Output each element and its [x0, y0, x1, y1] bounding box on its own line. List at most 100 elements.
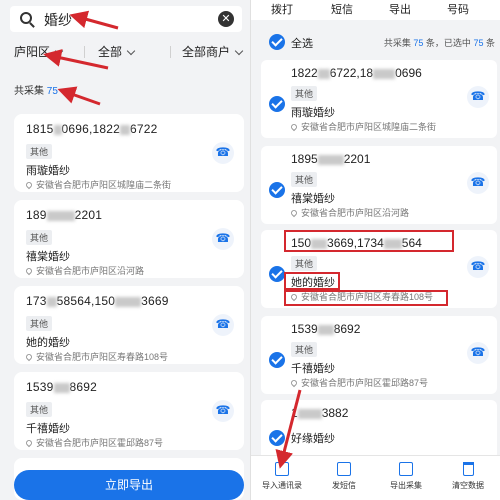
phone-call-icon[interactable]	[467, 86, 489, 108]
top-action-bar: 拨打 短信 导出 号码	[251, 0, 500, 20]
filter-district[interactable]: 庐阳区	[14, 38, 64, 66]
merchant-address: 安徽省合肥市庐阳区沿河路	[24, 264, 144, 277]
select-all-checkbox[interactable]	[269, 34, 285, 50]
category-tag: 其他	[291, 86, 318, 101]
category-tag: 其他	[26, 230, 53, 245]
clear-data-label: 清空数据	[452, 481, 484, 490]
clear-data-button[interactable]: 清空数据	[437, 456, 499, 500]
phone-number: 1 3882	[291, 406, 349, 420]
select-all-label[interactable]: 全选	[291, 35, 313, 51]
phone-number: 1539 8692	[26, 380, 97, 394]
annotation-box-name	[284, 272, 340, 290]
filter-merchant-label: 全部商户	[182, 45, 231, 59]
location-pin-icon	[24, 266, 34, 276]
send-sms-button[interactable]: 发短信	[313, 456, 375, 500]
merchant-name: 雨璇婚纱	[291, 107, 335, 119]
location-pin-icon	[289, 208, 299, 218]
collect-count-label: 共采集	[14, 86, 44, 97]
merchant-name: 禧棠婚纱	[291, 193, 335, 205]
phone-call-icon[interactable]	[212, 142, 234, 164]
phone-call-icon[interactable]	[467, 256, 489, 278]
filter-category[interactable]: 全部	[98, 38, 136, 66]
import-contacts-label: 导入通讯录	[262, 481, 302, 490]
item-checkbox[interactable]	[269, 96, 285, 112]
merchant-name: 好缘婚纱	[291, 433, 335, 445]
tab-number[interactable]: 号码	[447, 1, 469, 17]
list-item[interactable]: 1539 8692 其他 千禧婚纱 安徽省合肥市庐阳区霍邱路87号	[261, 316, 497, 394]
import-contacts-button[interactable]: 导入通讯录	[251, 456, 313, 500]
item-checkbox[interactable]	[269, 430, 285, 446]
phone-number: 173 58564,150 3669	[26, 294, 169, 308]
merchant-address: 安徽省合肥市庐阳区沿河路	[289, 206, 409, 219]
phone-call-icon[interactable]	[212, 314, 234, 336]
merchant-name: 她的婚纱	[26, 337, 70, 349]
annotation-box-address	[284, 290, 448, 306]
contacts-icon	[275, 462, 289, 476]
left-screen: 婚纱 ✕ 庐阳区 全部 全部商户 共采集 75 1815 0696,1822 672…	[0, 0, 250, 500]
divider	[170, 46, 171, 58]
chevron-down-icon	[234, 46, 244, 56]
selection-summary: 共采集 75 条，已选中 75 条	[383, 38, 495, 48]
filter-merchant[interactable]: 全部商户	[182, 38, 244, 66]
location-pin-icon	[289, 378, 299, 388]
collect-count: 共采集 75	[14, 82, 58, 97]
phone-call-icon[interactable]	[212, 400, 234, 422]
merchant-name: 千禧婚纱	[26, 423, 70, 435]
export-collection-label: 导出采集	[390, 481, 422, 490]
search-bar[interactable]: 婚纱 ✕	[10, 6, 242, 32]
merchant-address: 安徽省合肥市庐阳区城隍庙二条街	[289, 120, 436, 133]
tab-sms[interactable]: 短信	[331, 1, 353, 17]
category-tag: 其他	[291, 172, 318, 187]
merchant-name: 千禧婚纱	[291, 363, 335, 375]
list-item[interactable]: 1895 2201 其他 禧棠婚纱 安徽省合肥市庐阳区沿河路	[261, 146, 497, 224]
filter-category-label: 全部	[98, 45, 123, 59]
phone-call-icon[interactable]	[467, 172, 489, 194]
location-pin-icon	[24, 352, 34, 362]
bottom-action-bar: 导入通讯录 发短信 导出采集 清空数据	[251, 455, 500, 500]
annotation-box-phone	[284, 230, 454, 252]
search-input[interactable]: 婚纱	[44, 10, 72, 30]
category-tag: 其他	[26, 316, 53, 331]
merchant-address: 安徽省合肥市庐阳区霍邱路87号	[289, 376, 428, 389]
search-icon	[20, 12, 32, 24]
location-pin-icon	[24, 438, 34, 448]
select-all-row: 全选 共采集 75 条，已选中 75 条	[251, 28, 500, 54]
list-item[interactable]: 189 2201 其他 禧棠婚纱 安徽省合肥市庐阳区沿河路	[14, 200, 244, 278]
chevron-down-icon	[126, 46, 136, 56]
list-item[interactable]: 1822 6722,18 0696 其他 雨璇婚纱 安徽省合肥市庐阳区城隍庙二条街	[261, 60, 497, 138]
phone-number: 1539 8692	[291, 322, 361, 336]
tab-call[interactable]: 拨打	[271, 1, 293, 17]
clear-icon[interactable]: ✕	[218, 11, 234, 27]
list-item[interactable]: 1539 8692 其他 千禧婚纱 安徽省合肥市庐阳区霍邱路87号	[14, 372, 244, 450]
phone-number: 189 2201	[26, 208, 103, 222]
item-checkbox[interactable]	[269, 352, 285, 368]
location-pin-icon	[24, 180, 34, 190]
item-checkbox[interactable]	[269, 182, 285, 198]
export-collection-button[interactable]: 导出采集	[375, 456, 437, 500]
send-sms-label: 发短信	[332, 481, 356, 490]
list-item[interactable]: 1 3882 好缘婚纱	[261, 400, 497, 460]
merchant-address: 安徽省合肥市庐阳区寿春路108号	[24, 350, 168, 363]
category-tag: 其他	[26, 402, 53, 417]
merchant-address: 安徽省合肥市庐阳区城隍庙二条街	[24, 178, 171, 191]
tab-export[interactable]: 导出	[389, 1, 411, 17]
phone-call-icon[interactable]	[212, 228, 234, 250]
list-item[interactable]: 1815 0696,1822 6722 其他 雨璇婚纱 安徽省合肥市庐阳区城隍庙二条…	[14, 114, 244, 192]
filter-bar: 庐阳区 全部 全部商户	[0, 38, 250, 66]
phone-call-icon[interactable]	[467, 342, 489, 364]
phone-number: 1822 6722,18 0696	[291, 66, 422, 80]
category-tag: 其他	[291, 342, 318, 357]
collect-count-value: 75	[46, 86, 58, 97]
location-pin-icon	[289, 122, 299, 132]
filter-district-label: 庐阳区	[14, 45, 51, 59]
export-now-button[interactable]: 立即导出	[14, 470, 244, 500]
sms-icon	[337, 462, 351, 476]
category-tag: 其他	[26, 144, 53, 159]
item-checkbox[interactable]	[269, 266, 285, 282]
export-icon	[399, 462, 413, 476]
trash-icon	[462, 462, 474, 476]
divider	[84, 46, 85, 58]
merchant-name: 禧棠婚纱	[26, 251, 70, 263]
phone-number: 1815 0696,1822 6722	[26, 122, 158, 136]
list-item[interactable]: 173 58564,150 3669 其他 她的婚纱 安徽省合肥市庐阳区寿春路108…	[14, 286, 244, 364]
